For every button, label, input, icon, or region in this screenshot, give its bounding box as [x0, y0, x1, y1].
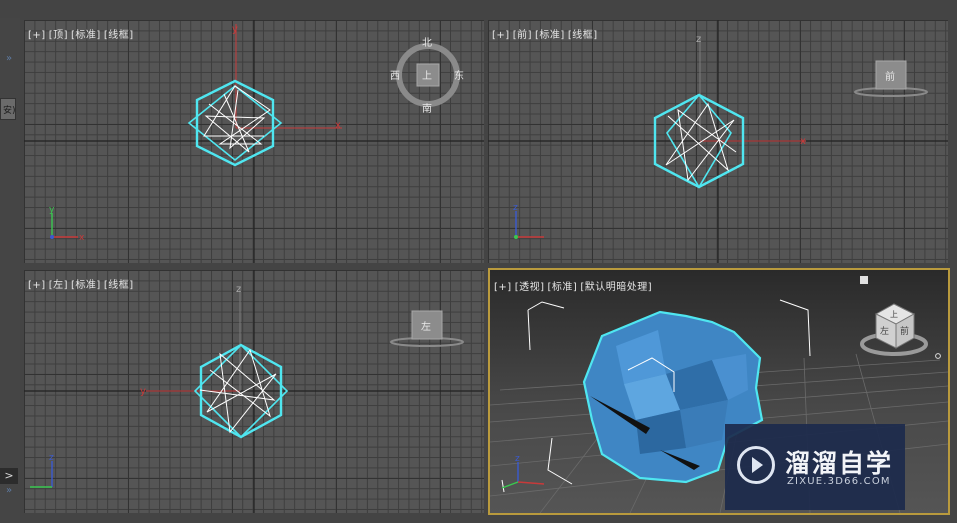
viewcube-face[interactable]: 左 [390, 310, 464, 347]
axis-tripod: z [513, 203, 544, 239]
left-panel-button[interactable]: 安) [0, 98, 16, 120]
viewport-menu-plus[interactable]: [+] [28, 280, 46, 291]
tripod-z-label: z [515, 454, 520, 464]
watermark-title: 溜溜自学 [785, 449, 894, 478]
panel-expand-arrow-button[interactable]: > [0, 468, 18, 484]
tripod-z-label: z [513, 203, 518, 213]
x-axis-label: x [800, 136, 806, 147]
compass-south: 南 [422, 102, 432, 115]
viewcube-front-face[interactable]: 前 [900, 325, 909, 337]
y-axis-label: y [140, 386, 146, 397]
viewport-menu-plus[interactable]: [+] [492, 30, 510, 41]
viewport-label[interactable]: [+] [左] [标准] [线框] [28, 276, 137, 291]
viewcube-menu-icon[interactable] [935, 353, 941, 359]
viewcube-top-face[interactable]: 上 [422, 70, 432, 82]
viewport-top[interactable]: x y y x 上 北 南 东 西 [+] [顶] [标准] [线框] [24, 20, 484, 263]
viewport-view-name[interactable]: [左] [49, 280, 68, 291]
viewcube-compass[interactable]: 上 北 南 东 西 [390, 37, 464, 115]
viewport-left[interactable]: y z z 左 [+] [左] [标准] [线框] [24, 270, 484, 513]
viewport-view-name[interactable]: [透视] [515, 282, 545, 293]
viewport-shading-mode[interactable]: [标准] [548, 282, 578, 293]
front-scene: x z z 前 [488, 20, 948, 263]
top-scene: x y y x 上 北 南 东 西 [24, 20, 484, 263]
axis-tripod: z [30, 453, 54, 488]
viewcube-face[interactable]: 前 [854, 60, 928, 97]
viewcube-3d[interactable]: 左 前 上 [860, 276, 941, 359]
tripod-y-label: y [49, 205, 55, 215]
tripod-x-label: x [79, 233, 85, 243]
compass-west: 西 [390, 71, 400, 82]
viewport-view-name[interactable]: [前] [513, 30, 532, 41]
axis-tripod: z [501, 454, 545, 489]
viewport-front[interactable]: x z z 前 [+] [前] [标准] [线框] [488, 20, 948, 263]
viewcube-top-face[interactable]: 上 [890, 310, 898, 319]
compass-north: 北 [422, 37, 432, 49]
viewport-label[interactable]: [+] [前] [标准] [线框] [492, 26, 601, 41]
top-strip [0, 0, 957, 18]
tripod-z-label: z [49, 453, 54, 463]
viewport-menu-plus[interactable]: [+] [28, 30, 46, 41]
viewport-label[interactable]: [+] [顶] [标准] [线框] [28, 26, 137, 41]
watermark-url: ZIXUE.3D66.COM [787, 476, 891, 487]
viewport-display-style[interactable]: [线框] [568, 30, 598, 41]
viewport-shading-mode[interactable]: [标准] [71, 280, 101, 291]
viewport-shading-mode[interactable]: [标准] [535, 30, 565, 41]
x-axis-label: x [335, 120, 341, 131]
left-scene: y z z 左 [24, 270, 484, 513]
home-icon[interactable] [860, 276, 868, 284]
viewport-label[interactable]: [+] [透视] [标准] [默认明暗处理] [494, 278, 655, 293]
axis-tripod: y x [49, 205, 85, 243]
y-axis-label: y [232, 24, 238, 35]
object-wireframe[interactable] [187, 79, 283, 167]
z-axis-label: z [236, 284, 241, 295]
collapse-chevron-icon[interactable]: » [6, 485, 12, 496]
expand-chevron-icon[interactable]: » [6, 53, 12, 64]
viewcube-left-face[interactable]: 左 [421, 320, 431, 333]
viewcube-left-face[interactable]: 左 [880, 325, 889, 337]
viewport-display-style[interactable]: [线框] [104, 280, 134, 291]
left-panel-button-label: 安) [3, 106, 16, 116]
viewport-shading-mode[interactable]: [标准] [71, 30, 101, 41]
viewport-display-style[interactable]: [线框] [104, 30, 134, 41]
viewport-display-style[interactable]: [默认明暗处理] [580, 282, 652, 293]
app-window: » 安) > » x y y x 上 北 南 东 西 [+] [顶] [标准] … [0, 0, 957, 523]
viewport-view-name[interactable]: [顶] [49, 30, 68, 41]
compass-east: 东 [454, 69, 464, 82]
viewport-menu-plus[interactable]: [+] [494, 282, 512, 293]
watermark: 溜溜自学 ZIXUE.3D66.COM [725, 424, 905, 510]
play-logo-icon [737, 446, 775, 484]
viewcube-front-face[interactable]: 前 [885, 70, 895, 83]
z-axis-label: z [696, 34, 701, 45]
left-command-strip: » 安) > » [0, 18, 20, 523]
